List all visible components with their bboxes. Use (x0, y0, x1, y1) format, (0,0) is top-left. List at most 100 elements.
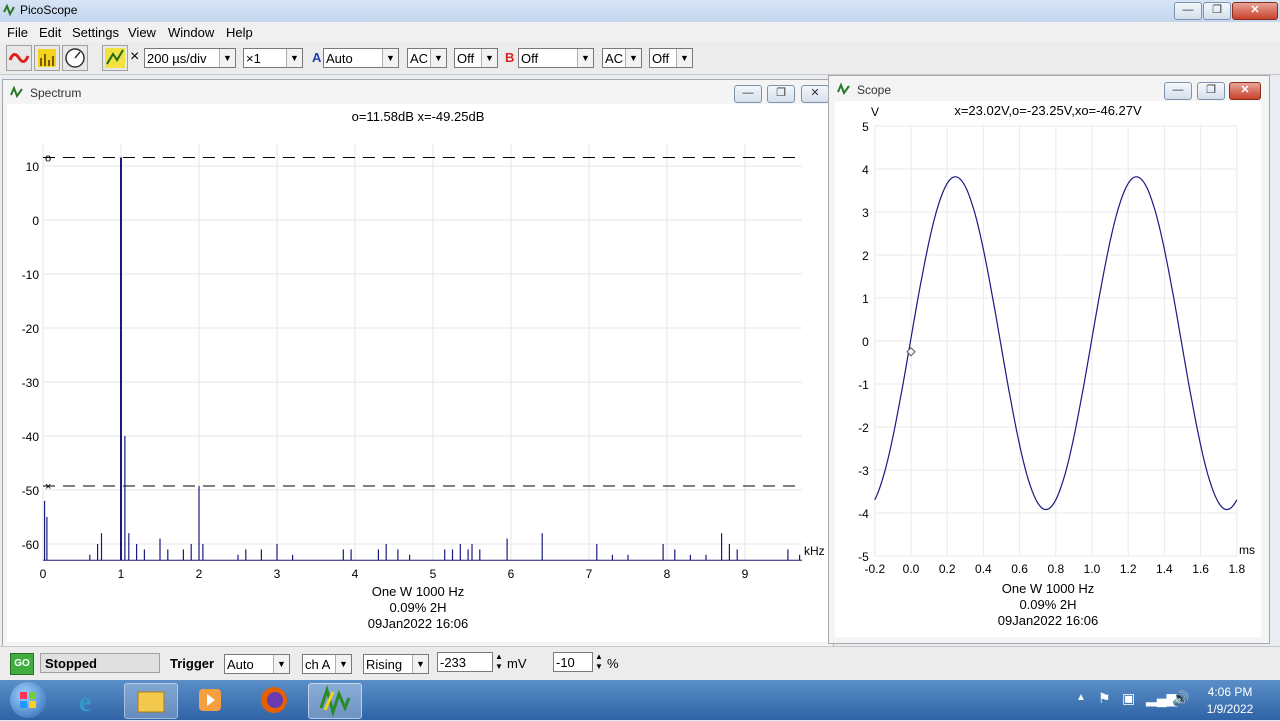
x-tick-label: 0.0 (903, 562, 920, 576)
scope-close-button[interactable]: ✕ (1229, 82, 1261, 100)
trigger-level-unit: mV (507, 656, 527, 671)
spectrum-restore-button[interactable]: ❐ (767, 85, 795, 103)
spectrum-info-3: 09Jan2022 16:06 (367, 616, 469, 631)
trigger-edge-select[interactable]: Rising ▼ (363, 654, 429, 674)
channel-a-extra-select[interactable]: Off ▼ (454, 48, 498, 68)
window-title: PicoScope (20, 3, 78, 17)
chevron-down-icon: ▼ (219, 49, 235, 67)
clock-time[interactable]: 4:06 PM (1200, 685, 1260, 699)
trigger-channel-value: ch A (305, 657, 331, 672)
x-tick-label: 3 (274, 567, 281, 581)
minimize-button[interactable]: — (1174, 2, 1202, 20)
timebase-select[interactable]: 200 µs/div ▼ (144, 48, 236, 68)
spectrum-info-1: One W 1000 Hz (371, 584, 465, 599)
channel-a-range-select[interactable]: Auto ▼ (323, 48, 399, 68)
media-player-icon[interactable] (184, 683, 236, 717)
trigger-level-spinner[interactable]: ▲ ▼ (495, 652, 505, 674)
pretrigger-value: -10 (556, 655, 575, 670)
channel-a-label: A (312, 50, 322, 65)
channel-b-range-select[interactable]: Off ▼ (518, 48, 594, 68)
x-tick-label: 5 (430, 567, 437, 581)
channel-b-coupling-select[interactable]: AC ▼ (602, 48, 642, 68)
channel-a-range-value: Auto (326, 51, 353, 66)
menu-file[interactable]: File (7, 24, 28, 41)
pretrigger-spinner[interactable]: ▲ ▼ (595, 652, 605, 674)
trigger-mode-select[interactable]: Auto ▼ (224, 654, 290, 674)
file-explorer-icon[interactable] (124, 683, 178, 719)
pretrigger-input[interactable]: -10 (553, 652, 593, 672)
scope-mode-icon[interactable] (6, 45, 32, 71)
x-tick-label: 2 (196, 567, 203, 581)
menu-view[interactable]: View (128, 24, 156, 41)
clock-date[interactable]: 1/9/2022 (1200, 702, 1260, 716)
y-tick-label: -4 (858, 507, 869, 521)
channel-a-coupling-value: AC (410, 51, 429, 66)
scope-window-icon (837, 82, 851, 96)
app-icon (3, 3, 15, 17)
y-tick-label: -60 (22, 538, 40, 552)
trigger-level-input[interactable]: -233 (437, 652, 493, 672)
picoscope-taskbar-icon[interactable] (308, 683, 362, 719)
x-tick-label: -0.2 (864, 562, 885, 576)
scope-restore-button[interactable]: ❐ (1197, 82, 1225, 100)
timebase-x-symbol: × (130, 48, 140, 65)
internet-explorer-icon[interactable]: e (64, 683, 116, 718)
y-axis-unit: V (871, 105, 879, 119)
scope-plot-area: x=23.02V,o=-23.25V,xo=-46.27V 5 4 3 2 1 0 -1 -2… (835, 101, 1261, 637)
menu-window[interactable]: Window (168, 24, 214, 41)
scope-info-1: One W 1000 Hz (1001, 581, 1095, 596)
x-tick-label: 1.0 (1084, 562, 1101, 576)
trigger-label: Trigger (170, 656, 215, 671)
y-tick-label: -20 (22, 322, 40, 336)
volume-icon[interactable]: 🔊 (1172, 690, 1189, 707)
y-tick-label: 0 (32, 214, 39, 228)
x-tick-label: 1.2 (1120, 562, 1137, 576)
action-center-flag-icon[interactable]: ⚑ (1098, 690, 1111, 707)
title-bar: PicoScope — ❐ ✕ (0, 0, 1280, 23)
chevron-down-icon: ▼ (273, 655, 289, 673)
spectrum-mode-icon[interactable] (34, 45, 60, 71)
menu-settings[interactable]: Settings (72, 24, 119, 41)
spectrum-window-title: Spectrum (30, 86, 82, 100)
zoom-value: ×1 (246, 51, 261, 66)
trigger-mode-value: Auto (227, 657, 254, 672)
go-button[interactable]: GO (10, 653, 34, 675)
spectrum-close-button[interactable]: ✕ (801, 85, 829, 103)
scope-window: Scope — ❐ ✕ x=23.02V,o=-23.25V,xo=-46.27… (828, 75, 1270, 644)
firefox-icon[interactable] (248, 683, 300, 717)
y-tick-label: 0 (862, 335, 869, 349)
start-button[interactable] (10, 682, 46, 718)
scope-minimize-button[interactable]: — (1164, 82, 1192, 100)
close-button[interactable]: ✕ (1232, 2, 1278, 20)
run-status: Stopped (40, 653, 160, 673)
x-tick-label: 1.6 (1192, 562, 1209, 576)
x-tick-label: 9 (742, 567, 749, 581)
trigger-level-value: -233 (440, 655, 467, 670)
chevron-down-icon: ▼ (430, 49, 446, 67)
y-tick-label: -1 (858, 378, 869, 392)
autoset-icon[interactable] (102, 45, 128, 71)
trigger-channel-select[interactable]: ch A ▼ (302, 654, 352, 674)
channel-b-label: B (505, 50, 515, 65)
zoom-select[interactable]: ×1 ▼ (243, 48, 303, 68)
x-tick-label: 0.8 (1047, 562, 1064, 576)
device-icon[interactable]: ▣ (1122, 690, 1135, 707)
y-tick-label: 1 (862, 292, 869, 306)
y-tick-label: 2 (862, 249, 869, 263)
menu-edit[interactable]: Edit (39, 24, 61, 41)
x-tick-label: 0.4 (975, 562, 992, 576)
channel-b-extra-select[interactable]: Off ▼ (649, 48, 693, 68)
maximize-button[interactable]: ❐ (1203, 2, 1231, 20)
channel-a-extra-value: Off (457, 51, 475, 66)
meter-mode-icon[interactable] (62, 45, 88, 71)
show-hidden-icons-icon[interactable]: ▲ (1076, 692, 1086, 703)
y-tick-label: -30 (22, 376, 40, 390)
menu-help[interactable]: Help (226, 24, 253, 41)
chevron-down-icon: ▼ (286, 49, 302, 67)
svg-text:e: e (79, 687, 91, 717)
spectrum-chart[interactable]: 10 0 -10 -20 -30 -40 -50 -60 0 1 2 3 4 5 6 7 8 9 kHz o × (7, 104, 829, 642)
channel-a-coupling-select[interactable]: AC ▼ (407, 48, 447, 68)
y-tick-label: -10 (22, 268, 40, 282)
scope-chart[interactable]: 543210-1-2-3-4-5-0.2 0.0 0.2 0.4 0.6 0.8 1.0 1.… (835, 101, 1261, 637)
spectrum-minimize-button[interactable]: — (734, 85, 762, 103)
